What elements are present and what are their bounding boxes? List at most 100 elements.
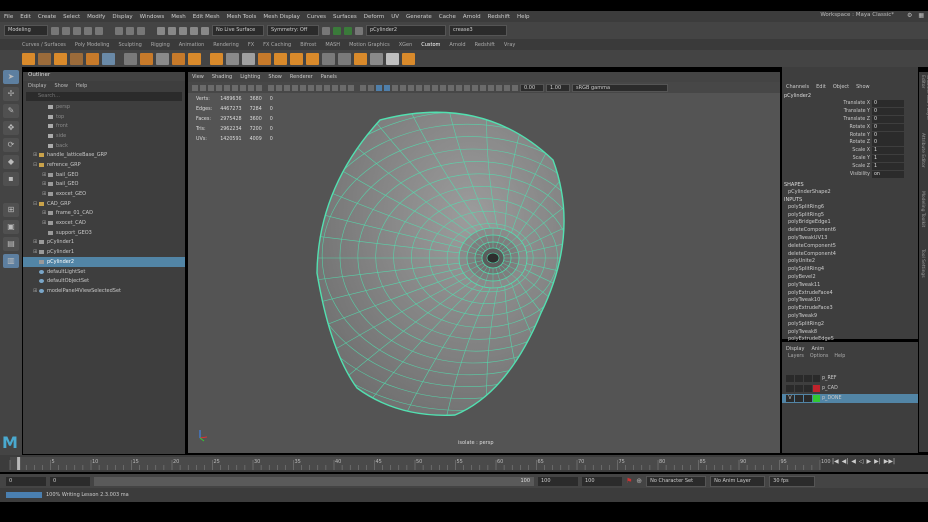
shelf-tab-mash[interactable]: MASH bbox=[325, 42, 340, 48]
shape-node[interactable]: pCylinderShape2 bbox=[782, 189, 918, 197]
outliner-row[interactable]: ⊞ frame_01_CAD bbox=[23, 209, 185, 219]
channel-value-field[interactable]: 0 bbox=[872, 123, 904, 131]
quick-select-field[interactable]: crease3 bbox=[449, 25, 507, 36]
outliner-row[interactable]: front bbox=[23, 121, 185, 131]
menu-mesh-display[interactable]: Mesh Display bbox=[263, 14, 300, 20]
fps-dropdown[interactable]: 30 fps bbox=[769, 475, 816, 487]
viewport-toolbar-icon[interactable] bbox=[496, 84, 502, 91]
viewport-toolbar-icon[interactable] bbox=[284, 84, 290, 91]
outliner-row[interactable]: defaultLightSet bbox=[23, 267, 185, 277]
layer-type-toggle[interactable] bbox=[804, 385, 812, 392]
input-node[interactable]: polyBridgeEdge1 bbox=[782, 219, 918, 227]
shelf-tool-icon[interactable] bbox=[322, 52, 335, 65]
select-by-hierarchy-icon[interactable] bbox=[115, 26, 123, 35]
shelf-tool-icon[interactable] bbox=[70, 52, 83, 65]
channel-value-field[interactable]: 0 bbox=[872, 115, 904, 123]
snap-grid-icon[interactable] bbox=[157, 26, 165, 35]
shelf-tab-xgen[interactable]: XGen bbox=[399, 42, 413, 48]
side-tab[interactable]: Tool Settings bbox=[920, 249, 925, 304]
outliner-row[interactable]: ⊞ handle_latticeBase_GRP bbox=[23, 150, 185, 160]
viewport-toolbar-icon[interactable] bbox=[192, 84, 198, 91]
undo-icon[interactable] bbox=[84, 26, 92, 35]
channel-value-field[interactable]: 0 bbox=[872, 131, 904, 139]
go-to-start-icon[interactable]: |◀ bbox=[832, 458, 839, 465]
viewport-toolbar-icon[interactable] bbox=[308, 84, 314, 91]
anim-layer-dropdown[interactable]: No Anim Layer bbox=[710, 475, 766, 487]
channel-menu-edit[interactable]: Edit bbox=[816, 84, 826, 90]
input-node[interactable]: polyTweak11 bbox=[782, 282, 918, 290]
channel-value-field[interactable]: 1 bbox=[872, 162, 904, 170]
input-node[interactable]: polyTweak9 bbox=[782, 313, 918, 321]
input-node[interactable]: deleteComponent6 bbox=[782, 227, 918, 235]
shelf-tool-icon[interactable] bbox=[306, 52, 319, 65]
layer-row[interactable]: p_CAD bbox=[782, 384, 918, 393]
shelf-tool-icon[interactable] bbox=[354, 52, 367, 65]
layer-visibility-toggle[interactable]: V bbox=[786, 395, 794, 402]
new-scene-icon[interactable] bbox=[51, 26, 59, 35]
viewport-toolbar-icon[interactable] bbox=[368, 84, 374, 91]
menu-surfaces[interactable]: Surfaces bbox=[333, 14, 357, 20]
viewport-toolbar-icon[interactable] bbox=[292, 84, 298, 91]
viewport-toolbar-icon[interactable] bbox=[448, 84, 454, 91]
input-node[interactable]: polyExtrudeFace3 bbox=[782, 305, 918, 313]
snap-point-icon[interactable] bbox=[179, 26, 187, 35]
render-icon[interactable] bbox=[333, 26, 341, 35]
outliner-row[interactable]: ⊟ CAD_GRP bbox=[23, 199, 185, 209]
shelf-tab-fx[interactable]: FX bbox=[248, 42, 254, 48]
history-icon[interactable] bbox=[322, 26, 330, 35]
viewport-toolbar-icon[interactable] bbox=[512, 84, 518, 91]
shelf-tool-icon[interactable] bbox=[156, 52, 169, 65]
layer-row[interactable]: p_REF bbox=[782, 374, 918, 383]
outliner-row[interactable]: ⊞ pCylinder1 bbox=[23, 238, 185, 248]
channel-value-field[interactable]: 0 bbox=[872, 108, 904, 116]
menu-arnold[interactable]: Arnold bbox=[463, 14, 481, 20]
persp-outliner-layout-icon[interactable]: ▥ bbox=[3, 254, 19, 268]
outliner-row[interactable]: support_GEO3 bbox=[23, 228, 185, 238]
snap-view-icon[interactable] bbox=[190, 26, 198, 35]
scale-tool-icon[interactable]: ◆ bbox=[3, 155, 19, 169]
shelf-tab-redshift[interactable]: Redshift bbox=[475, 42, 495, 48]
menu-display[interactable]: Display bbox=[112, 14, 132, 20]
shelf-tool-icon[interactable] bbox=[140, 52, 153, 65]
outliner-row[interactable]: pCylinder2 bbox=[23, 257, 185, 267]
viewport-toolbar-icon[interactable] bbox=[416, 84, 422, 91]
shelf-tab-sculpting[interactable]: Sculpting bbox=[118, 42, 141, 48]
menu-set-dropdown[interactable]: Modeling bbox=[4, 25, 48, 36]
channel-value-field[interactable]: 0 bbox=[872, 139, 904, 147]
layer-menu-layers[interactable]: Layers bbox=[788, 354, 804, 359]
step-forward-icon[interactable]: ▶| bbox=[874, 458, 881, 465]
input-node[interactable]: polyBevel2 bbox=[782, 274, 918, 282]
character-set-dropdown[interactable]: No Character Set bbox=[646, 475, 707, 487]
select-by-object-icon[interactable] bbox=[126, 26, 134, 35]
side-tab[interactable]: Modeling Toolkit bbox=[920, 191, 925, 246]
menu-edit[interactable]: Edit bbox=[20, 14, 31, 20]
outliner-row[interactable]: ⊟ refrence_GRP bbox=[23, 160, 185, 170]
lasso-tool-icon[interactable]: ✢ bbox=[3, 87, 19, 101]
viewport-toolbar-icon[interactable] bbox=[224, 84, 230, 91]
viewport-toolbar-icon[interactable] bbox=[256, 84, 262, 91]
shelf-tool-icon[interactable] bbox=[370, 52, 383, 65]
paint-select-icon[interactable]: ✎ bbox=[3, 104, 19, 118]
layer-type-toggle[interactable] bbox=[804, 375, 812, 382]
viewport-toolbar-icon[interactable] bbox=[384, 84, 390, 91]
channel-menu-show[interactable]: Show bbox=[856, 84, 870, 90]
viewport-toolbar-icon[interactable] bbox=[340, 84, 346, 91]
viewport-toolbar-icon[interactable] bbox=[424, 84, 430, 91]
input-node[interactable]: polyExtrudeFace4 bbox=[782, 290, 918, 298]
viewport-toolbar-icon[interactable] bbox=[300, 84, 306, 91]
viewport-toolbar-icon[interactable] bbox=[348, 84, 354, 91]
shelf-tool-icon[interactable] bbox=[290, 52, 303, 65]
channel-value-field[interactable]: 1 bbox=[872, 147, 904, 155]
viewport-toolbar-icon[interactable] bbox=[376, 84, 382, 91]
four-view-layout-icon[interactable]: ▣ bbox=[3, 220, 19, 234]
layer-visibility-toggle[interactable] bbox=[786, 375, 794, 382]
shelf-tool-icon[interactable] bbox=[274, 52, 287, 65]
last-tool-icon[interactable]: ▪ bbox=[3, 172, 19, 186]
input-node[interactable]: deleteComponent4 bbox=[782, 251, 918, 259]
layer-playback-toggle[interactable] bbox=[795, 385, 803, 392]
outliner-menu-display[interactable]: Display bbox=[28, 83, 46, 89]
shelf-tool-icon[interactable] bbox=[386, 52, 399, 65]
rotate-tool-icon[interactable]: ⟳ bbox=[3, 138, 19, 152]
viewport-toolbar-icon[interactable] bbox=[432, 84, 438, 91]
shelf-tab-custom[interactable]: Custom bbox=[421, 42, 440, 48]
